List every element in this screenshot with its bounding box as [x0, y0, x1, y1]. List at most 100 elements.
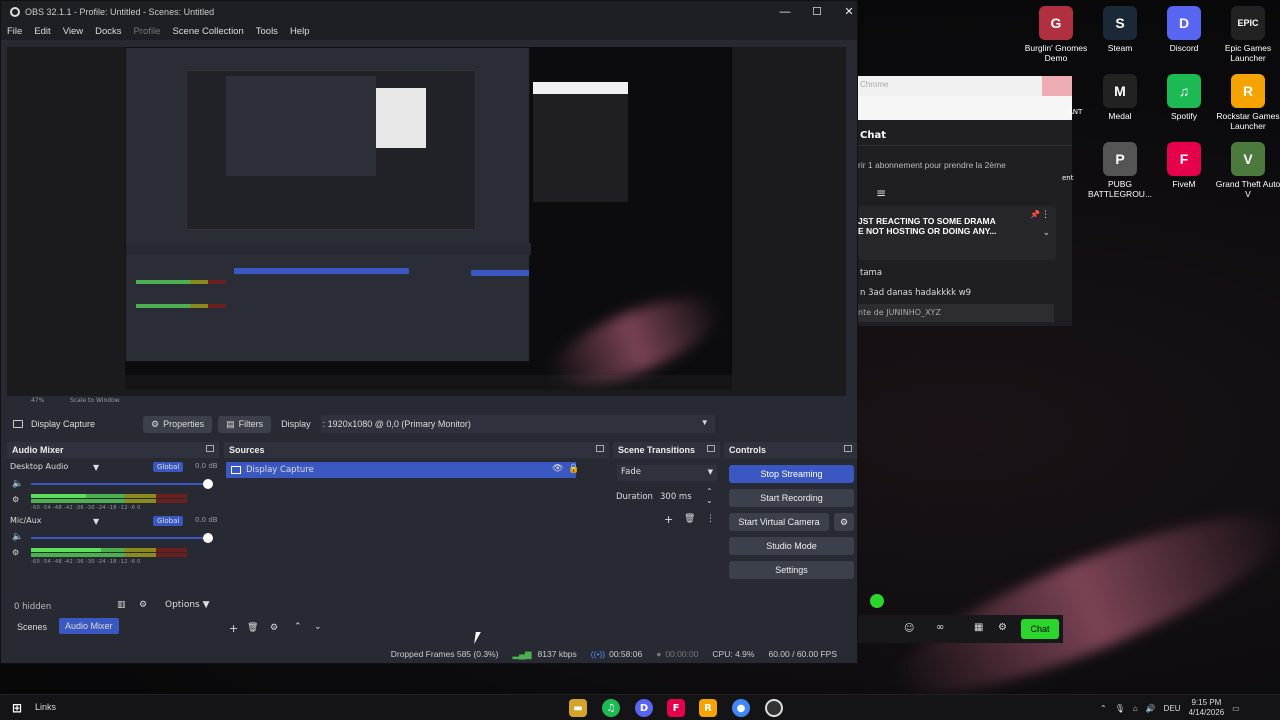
- bits-icon[interactable]: ∞: [936, 622, 944, 633]
- desktop-icon-steam[interactable]: S Steam: [1084, 6, 1156, 53]
- trash-icon[interactable]: 🗑: [247, 623, 258, 633]
- desktop-icon-spotify[interactable]: ♫ Spotify: [1148, 74, 1220, 121]
- menu-view[interactable]: View: [63, 26, 83, 37]
- close-icon[interactable]: ✕: [833, 1, 865, 23]
- desktop-icon-burglin-gnomes-demo[interactable]: G Burglin' Gnomes Demo: [1020, 6, 1092, 63]
- channel-menu-icon[interactable]: ▼: [93, 517, 99, 526]
- menu-docks[interactable]: Docks: [95, 26, 121, 37]
- menu-file[interactable]: File: [7, 26, 22, 37]
- pinned-message[interactable]: JST REACTING TO SOME DRAMA E NOT HOSTING…: [858, 206, 1056, 260]
- minimize-icon[interactable]: —: [769, 1, 801, 23]
- more-icon[interactable]: ⋮: [706, 514, 715, 524]
- lock-icon[interactable]: 🔒: [568, 464, 579, 474]
- move-up-icon[interactable]: ⌃: [294, 622, 302, 632]
- popout-icon[interactable]: [206, 445, 214, 452]
- menu-edit[interactable]: Edit: [34, 26, 50, 37]
- channel-menu-icon[interactable]: ▼: [93, 463, 99, 472]
- gift-icon[interactable]: ▦: [974, 622, 983, 633]
- volume-slider[interactable]: [31, 537, 211, 539]
- discord-icon[interactable]: D: [635, 699, 653, 717]
- tab-scenes[interactable]: Scenes: [9, 620, 55, 634]
- desktop-icon-grand-theft-auto-v[interactable]: V Grand Theft Auto V: [1212, 142, 1280, 199]
- microphone-icon[interactable]: 🎙: [1115, 704, 1125, 713]
- desktop-icon-fivem[interactable]: F FiveM: [1148, 142, 1220, 189]
- menu-scene-collection[interactable]: Scene Collection: [172, 26, 243, 37]
- pin-icon: 📌: [1030, 210, 1040, 219]
- more-icon[interactable]: ⋮: [1041, 210, 1050, 220]
- start-recording-button[interactable]: Start Recording: [729, 489, 854, 507]
- volume-icon[interactable]: 🔊: [1146, 704, 1156, 713]
- spotify-icon[interactable]: ♫: [602, 699, 620, 717]
- speaker-icon[interactable]: 🔈: [12, 479, 23, 489]
- global-badge[interactable]: Global: [153, 516, 184, 526]
- popout-icon[interactable]: [707, 445, 715, 452]
- desktop-icon-medal[interactable]: M Medal: [1084, 74, 1156, 121]
- trash-icon[interactable]: 🗑: [684, 514, 695, 524]
- chrome-titlebar[interactable]: Chrome: [858, 76, 1072, 96]
- desktop-icon-pubg-battlegrou[interactable]: P PUBG BATTLEGROU...: [1084, 142, 1156, 199]
- zoom-level[interactable]: 47%: [31, 397, 44, 404]
- add-source-icon[interactable]: +: [229, 622, 238, 635]
- speaker-icon[interactable]: 🔈: [12, 532, 23, 542]
- stop-streaming-button[interactable]: Stop Streaming: [729, 465, 854, 483]
- menu-tools[interactable]: Tools: [256, 26, 278, 37]
- taskbar-links[interactable]: Links: [35, 702, 56, 712]
- display-select[interactable]: : 1920x1080 @ 0,0 (Primary Monitor) ▼: [320, 415, 715, 433]
- filters-button[interactable]: ▤ Filters: [218, 415, 272, 433]
- chat-send-button[interactable]: Chat: [1021, 619, 1059, 639]
- obs-titlebar[interactable]: OBS 32.1.1 - Profile: Untitled - Scenes:…: [1, 1, 857, 23]
- windows-start-icon[interactable]: ⊞: [8, 699, 26, 717]
- properties-button[interactable]: ⚙ Properties: [143, 415, 213, 433]
- popout-icon[interactable]: [596, 445, 604, 452]
- filter-icon[interactable]: ≡: [876, 186, 886, 200]
- move-down-icon[interactable]: ⌄: [314, 622, 322, 632]
- chrome-icon[interactable]: ●: [732, 699, 750, 717]
- options-button[interactable]: Options ▼: [165, 600, 210, 610]
- duration-stepper[interactable]: ⌃ ⌄: [706, 487, 713, 505]
- studio-mode-button[interactable]: Studio Mode: [729, 537, 854, 555]
- settings-button[interactable]: Settings: [729, 561, 854, 579]
- chrome-close-button[interactable]: [1042, 76, 1072, 96]
- scale-mode[interactable]: Scale to Window: [70, 397, 120, 404]
- add-transition-icon[interactable]: +: [664, 513, 673, 526]
- chrome-window[interactable]: Chrome Chat rir 1 abonnement pour prendr…: [858, 76, 1072, 326]
- keyboard-language[interactable]: DEU: [1164, 704, 1181, 713]
- virtual-camera-settings-icon[interactable]: ⚙: [834, 513, 854, 531]
- eye-icon[interactable]: 👁: [552, 464, 563, 474]
- volume-slider-handle[interactable]: [203, 479, 213, 489]
- source-item-display-capture[interactable]: Display Capture 👁 🔒: [226, 462, 579, 478]
- desktop-icon-rockstar-games-launcher[interactable]: R Rockstar Games Launcher: [1212, 74, 1280, 131]
- obs-taskbar-icon[interactable]: [765, 699, 783, 717]
- transition-select[interactable]: Fade ▼: [617, 465, 717, 481]
- popout-icon[interactable]: [844, 445, 852, 452]
- menu-profile[interactable]: Profile: [134, 26, 161, 37]
- layout-icon[interactable]: ▥: [117, 600, 126, 610]
- gear-icon[interactable]: ⚙: [270, 623, 278, 633]
- emoji-icon[interactable]: ☺: [904, 623, 914, 634]
- maximize-icon[interactable]: ☐: [801, 1, 833, 23]
- chat-reward-icon[interactable]: [870, 594, 884, 608]
- rockstar-icon[interactable]: R: [699, 699, 717, 717]
- mixer-properties-icon[interactable]: ⚙: [139, 600, 147, 610]
- mixer-settings-icon[interactable]: ⚙: [12, 548, 19, 557]
- notification-icon[interactable]: ▭: [1232, 704, 1240, 713]
- fivem-icon[interactable]: F: [667, 699, 685, 717]
- start-virtual-camera-button[interactable]: Start Virtual Camera: [729, 513, 829, 531]
- network-icon[interactable]: ⌂: [1133, 704, 1138, 713]
- volume-slider[interactable]: [31, 483, 211, 485]
- desktop-icon-image: F: [1167, 142, 1201, 176]
- duration-input[interactable]: 300 ms: [660, 492, 692, 502]
- menu-help[interactable]: Help: [290, 26, 310, 37]
- global-badge[interactable]: Global: [153, 462, 184, 472]
- settings-icon[interactable]: ⚙: [998, 622, 1007, 633]
- chevron-down-icon[interactable]: ⌄: [1042, 228, 1050, 238]
- desktop-icon-epic-games-launcher[interactable]: EPIC Epic Games Launcher: [1212, 6, 1280, 63]
- preview-area[interactable]: [7, 47, 846, 396]
- chevron-up-icon[interactable]: ⌃: [1100, 704, 1107, 713]
- clock[interactable]: 9:15 PM 4/14/2026: [1189, 698, 1225, 718]
- desktop-icon-discord[interactable]: D Discord: [1148, 6, 1220, 53]
- tab-audio-mixer[interactable]: Audio Mixer: [59, 618, 119, 634]
- mixer-settings-icon[interactable]: ⚙: [12, 495, 19, 504]
- file-explorer-icon[interactable]: ▬: [569, 699, 587, 717]
- volume-slider-handle[interactable]: [203, 533, 213, 543]
